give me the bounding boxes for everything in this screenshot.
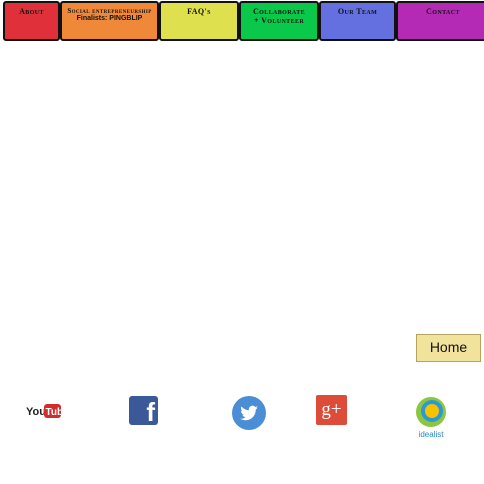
nav-tab-contact-label: Contact — [426, 7, 460, 16]
google-plus-icon[interactable]: g+ — [316, 395, 347, 425]
nav-tab-social-entrepreneurship[interactable]: Social entrepreneurship Finalists: PINGB… — [60, 1, 159, 41]
nav-tab-our-team-label: Our Team — [337, 7, 378, 16]
nav-tab-our-team[interactable]: Our Team — [319, 1, 396, 41]
twitter-icon[interactable] — [232, 396, 266, 430]
nav-tab-collaborate[interactable]: Collaborate + Volunteer — [239, 1, 319, 41]
nav-tab-collaborate-sublabel: + Volunteer — [253, 16, 305, 25]
nav-tab-about[interactable]: About — [3, 1, 60, 41]
nav-tab-contact[interactable]: Contact — [396, 1, 484, 41]
nav-tab-collaborate-label: Collaborate — [252, 7, 306, 16]
nav-tab-social-entrepreneurship-sublabel: Finalists: PINGBLIP — [76, 15, 143, 22]
google-plus-glyph: g+ — [321, 399, 342, 420]
facebook-icon[interactable]: f — [129, 396, 158, 427]
home-button[interactable]: Home — [416, 334, 481, 362]
svg-text:Tube: Tube — [46, 407, 63, 418]
svg-text:You: You — [26, 406, 46, 418]
nav-tab-about-label: About — [19, 7, 44, 16]
nav-tab-social-entrepreneurship-label: Social entrepreneurship — [67, 7, 152, 15]
idealist-icon[interactable]: idealist — [413, 395, 449, 441]
facebook-glyph: f — [146, 397, 155, 427]
youtube-icon[interactable]: You Tube — [26, 403, 69, 419]
idealist-label: idealist — [418, 430, 444, 439]
nav-tab-faqs[interactable]: FAQ's — [159, 1, 239, 41]
top-navigation: About Social entrepreneurship Finalists:… — [0, 0, 484, 44]
nav-tab-faqs-label: FAQ's — [187, 7, 211, 16]
